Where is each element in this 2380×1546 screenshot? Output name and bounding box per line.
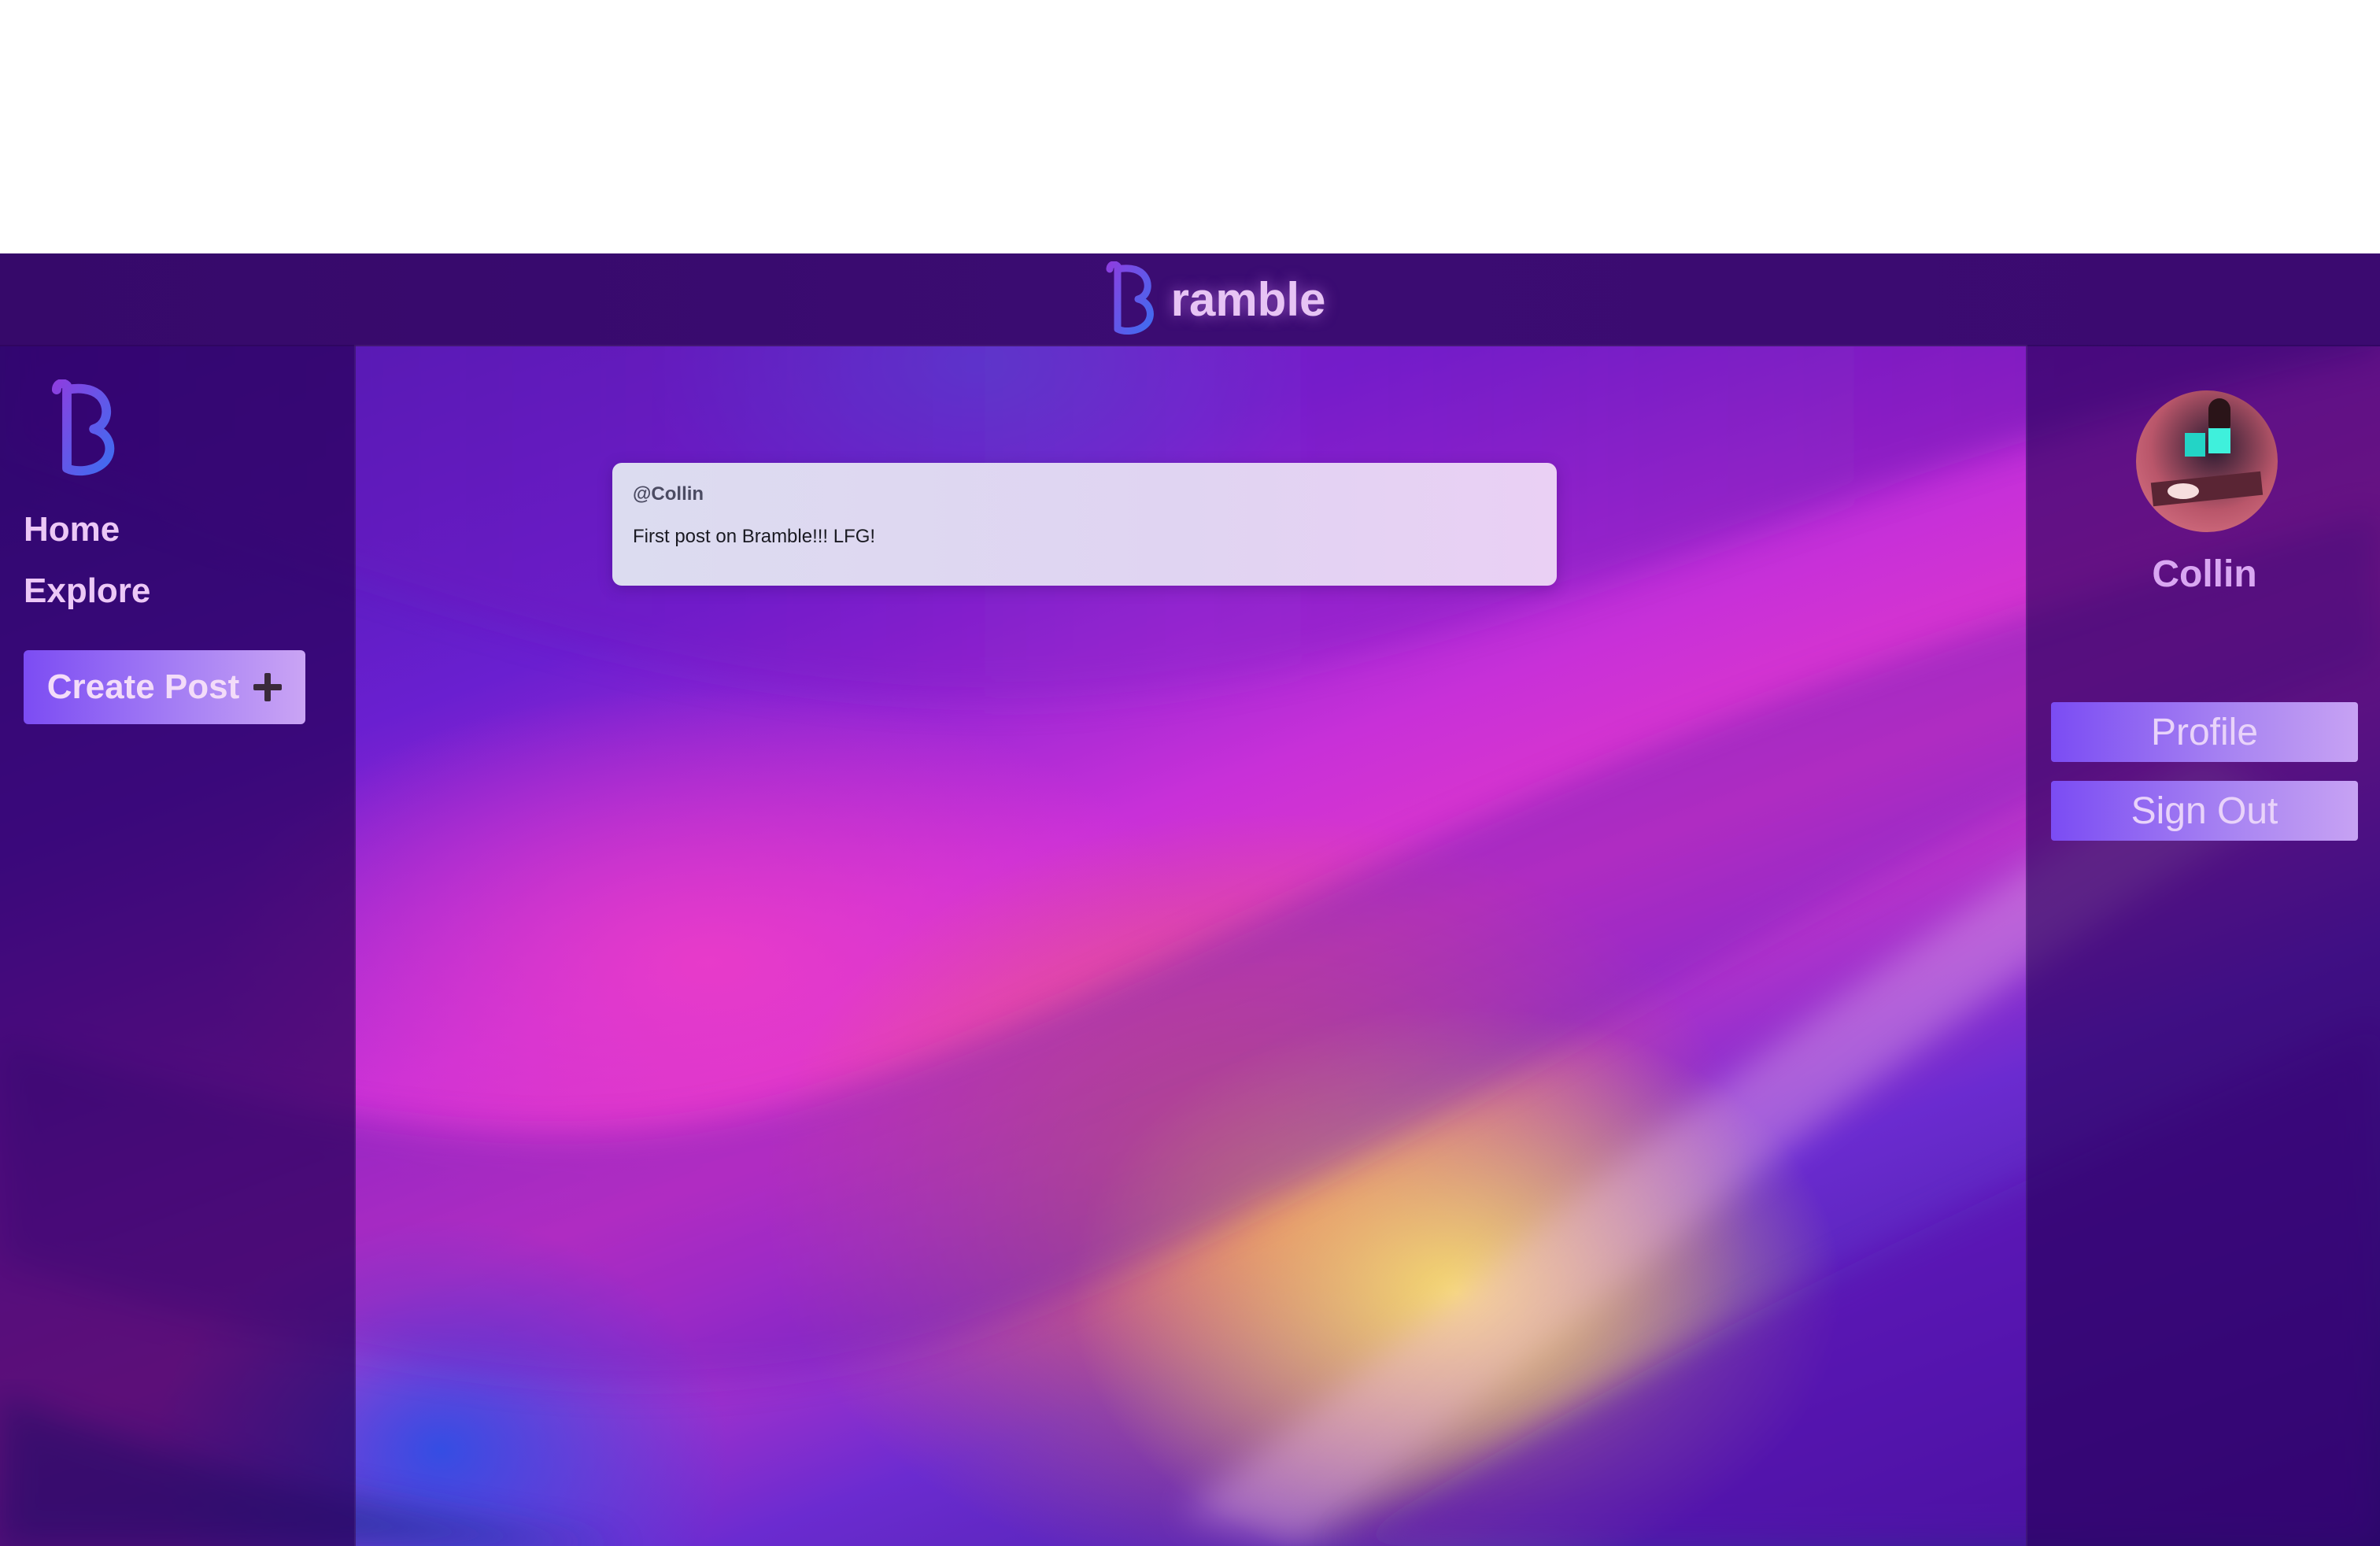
post-author-handle[interactable]: @Collin [633, 483, 704, 505]
sidebar-item-home[interactable]: Home [24, 510, 120, 549]
post-body: First post on Bramble!!! LFG! [633, 526, 876, 547]
sidebar-item-explore[interactable]: Explore [24, 571, 150, 611]
avatar-photo-screen [2208, 428, 2230, 453]
create-post-label: Create Post [46, 668, 240, 706]
left-sidebar: Home Explore Create Post [0, 345, 356, 1546]
right-sidebar: Collin Profile Sign Out [2026, 345, 2380, 1546]
user-avatar[interactable] [2136, 390, 2278, 532]
app-window: ramble Home Explore Create Post @Collin … [0, 253, 2380, 1546]
bramble-logo-icon [1106, 261, 1154, 335]
avatar-photo-light [2168, 483, 2199, 499]
sign-out-button[interactable]: Sign Out [2051, 781, 2358, 841]
profile-button[interactable]: Profile [2051, 702, 2358, 762]
background-wallpaper [0, 253, 2380, 1546]
wallpaper-waves [0, 253, 2380, 1546]
user-display-name: Collin [2152, 553, 2257, 595]
top-header: ramble [0, 253, 2380, 346]
bramble-logo-icon[interactable] [46, 379, 121, 479]
avatar-photo-person [2208, 398, 2230, 430]
header-brand[interactable]: ramble [1102, 261, 1326, 337]
plus-icon [253, 673, 283, 701]
blank-area [0, 0, 2380, 253]
post-card[interactable]: @Collin First post on Bramble!!! LFG! [612, 463, 1557, 586]
avatar-photo-screen [2185, 433, 2205, 457]
create-post-button[interactable]: Create Post [24, 650, 305, 724]
brand-name: ramble [1170, 272, 1326, 326]
